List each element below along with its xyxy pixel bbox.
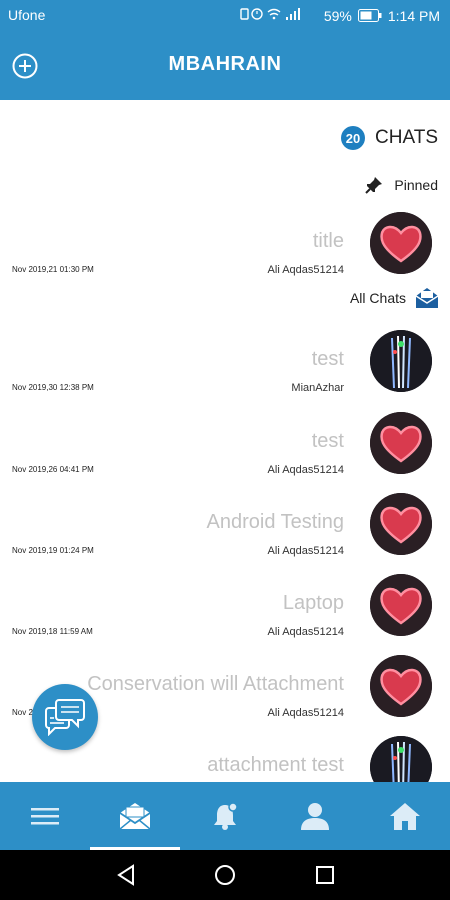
chat-date: Nov 2019,30 12:38 PM	[12, 383, 94, 392]
menu-icon	[31, 808, 59, 825]
chat-user: Ali Aqdas51214	[267, 264, 344, 276]
chat-name: title	[312, 230, 344, 252]
chat-row[interactable]: Laptop Ali Aqdas51214 Nov 2019,18 11:59 …	[0, 574, 450, 654]
chat-name: Android Testing	[206, 511, 345, 533]
chat-avatar	[370, 212, 432, 274]
pinned-label: Pinned	[394, 177, 438, 193]
clock: 1:14 PM	[387, 7, 440, 24]
chat-name: test	[311, 430, 344, 452]
lights-avatar-icon	[370, 330, 432, 392]
chat-avatar	[370, 574, 432, 636]
chat-user: MianAzhar	[291, 382, 344, 394]
page-title: MBAHRAIN	[168, 53, 282, 75]
bottom-navigation	[0, 782, 450, 850]
chat-date: Nov 2019,18 11:59 AM	[12, 627, 93, 636]
status-right: 59% 1:14 PM	[240, 7, 440, 24]
battery-percent: 59%	[323, 7, 352, 24]
profile-icon	[301, 803, 329, 830]
pinned-section-header: Pinned	[364, 175, 438, 195]
chat-avatar	[370, 330, 432, 392]
chat-row[interactable]: title Ali Aqdas51214 Nov 2019,21 01:30 P…	[0, 212, 450, 292]
home-button[interactable]	[212, 862, 238, 888]
heart-avatar-icon	[370, 212, 432, 274]
chat-user: Ali Aqdas51214	[267, 707, 344, 719]
chat-date: Nov 2019,21 01:30 PM	[12, 265, 94, 274]
chat-user: Ali Aqdas51214	[267, 545, 344, 557]
all-chats-label: All Chats	[349, 290, 406, 306]
chat-count-badge: 20	[341, 126, 366, 150]
chat-row[interactable]: Android Testing Ali Aqdas51214 Nov 2019,…	[0, 493, 450, 573]
chat-list-area[interactable]: 20 CHATS Pinned title Ali Aqdas51214 Nov…	[0, 100, 450, 782]
nav-profile[interactable]	[270, 782, 360, 850]
status-indicator-icons	[240, 8, 300, 20]
heart-avatar-icon	[370, 412, 432, 474]
app-bar: MBAHRAIN	[0, 30, 450, 100]
new-message-fab[interactable]	[32, 684, 98, 750]
chat-name: test	[311, 348, 344, 370]
chat-date: Nov 2019,19 01:24 PM	[12, 546, 94, 555]
chat-avatar	[370, 655, 432, 717]
mail-icon	[119, 803, 151, 830]
back-triangle-icon	[117, 864, 134, 886]
nav-home[interactable]	[360, 782, 450, 850]
chat-row[interactable]: test Ali Aqdas51214 Nov 2019,26 04:41 PM	[0, 412, 450, 492]
recents-button[interactable]	[312, 862, 338, 888]
chat-user: Ali Aqdas51214	[267, 626, 344, 638]
chat-bubbles-icon	[45, 699, 85, 736]
home-circle-icon	[215, 865, 235, 885]
heart-avatar-icon	[370, 655, 432, 717]
chat-avatar	[370, 736, 432, 782]
chat-name: Conservation will Attachment	[87, 673, 344, 695]
chat-row[interactable]: test MianAzhar Nov 2019,30 12:38 PM	[0, 330, 450, 410]
chat-name: attachment test	[207, 754, 344, 776]
system-navigation-bar	[0, 850, 450, 900]
chat-date: Nov 2019,26 04:41 PM	[12, 465, 94, 474]
home-icon	[390, 803, 420, 830]
heart-avatar-icon	[370, 493, 432, 555]
chats-label: CHATS	[375, 127, 438, 148]
all-chats-section-header: All Chats	[350, 287, 440, 309]
pin-icon	[365, 177, 383, 194]
bell-icon	[214, 802, 238, 830]
status-bar: Ufone 59% 1:14 PM	[0, 0, 450, 30]
carrier-name: Ufone	[8, 7, 46, 23]
back-button[interactable]	[113, 862, 139, 888]
heart-avatar-icon	[370, 574, 432, 636]
chat-avatar	[370, 412, 432, 474]
chat-user: Ali Aqdas51214	[267, 464, 344, 476]
nav-messages[interactable]	[90, 782, 180, 850]
status-icons	[240, 7, 318, 24]
chat-name: Laptop	[282, 592, 344, 614]
mail-icon	[415, 288, 439, 308]
battery-icon	[357, 9, 382, 22]
chat-avatar	[370, 493, 432, 555]
lights-avatar-icon	[370, 736, 432, 782]
chats-header: 20 CHATS	[341, 126, 438, 150]
recents-square-icon	[316, 866, 334, 884]
nav-notifications[interactable]	[180, 782, 270, 850]
nav-menu[interactable]	[0, 782, 90, 850]
